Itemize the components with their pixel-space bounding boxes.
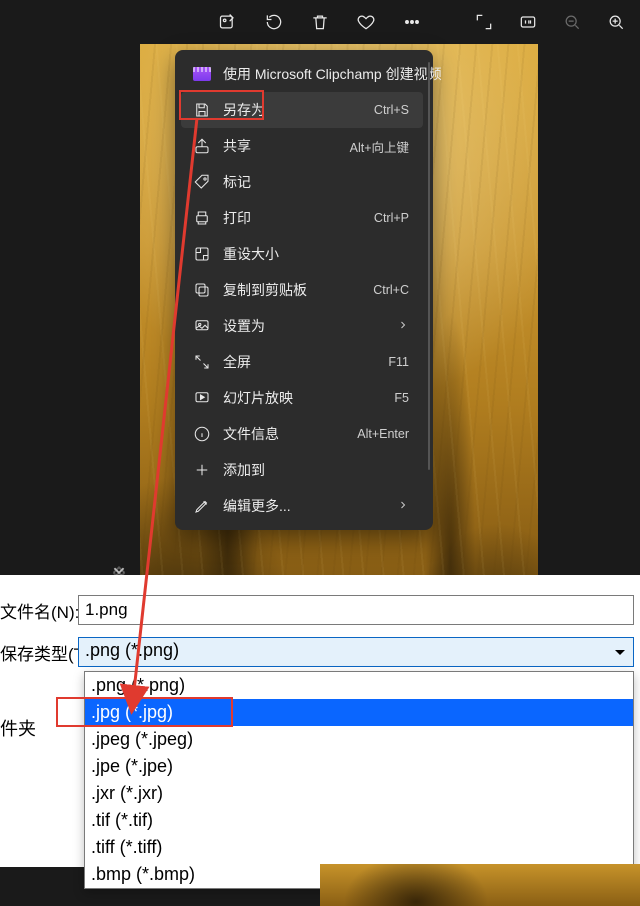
chevron-right-icon [397, 499, 409, 514]
photo-strip [320, 864, 640, 906]
filetype-combobox[interactable]: .png (*.png) [78, 637, 634, 667]
filetype-option[interactable]: .jxr (*.jxr) [85, 780, 633, 807]
menu-item-save[interactable]: 另存为 Ctrl+S [181, 92, 423, 128]
menu-item-shortcut: Ctrl+C [373, 283, 409, 297]
menu-item-print[interactable]: 打印 Ctrl+P [181, 200, 423, 236]
filetype-option[interactable]: .jpg (*.jpg) [85, 699, 633, 726]
trash-icon[interactable] [310, 12, 330, 32]
filetype-label: 保存类型(T): [0, 640, 78, 665]
zoom-in-icon[interactable] [606, 12, 626, 32]
filetype-option[interactable]: .tif (*.tif) [85, 807, 633, 834]
menu-scrollbar[interactable] [428, 62, 430, 470]
setas-icon [193, 317, 211, 335]
menu-item-info[interactable]: 文件信息 Alt+Enter [181, 416, 423, 452]
slideshow-icon [193, 389, 211, 407]
info-icon [193, 425, 211, 443]
menu-item-shortcut: F5 [394, 391, 409, 405]
menu-item-label: 标记 [223, 172, 409, 192]
rotate-icon[interactable] [264, 12, 284, 32]
fullscreen-icon[interactable] [474, 12, 494, 32]
save-dialog: 文件名(N): 保存类型(T): .png (*.png) .png (*.pn… [0, 575, 640, 867]
chevron-right-icon [397, 319, 409, 334]
save-icon [193, 101, 211, 119]
more-icon[interactable] [402, 12, 422, 32]
menu-item-label: 添加到 [223, 460, 409, 480]
zoom-out-icon[interactable] [562, 12, 582, 32]
tag-icon [193, 173, 211, 191]
menu-item-label: 使用 Microsoft Clipchamp 创建视频 [223, 64, 442, 84]
clipchamp-icon [193, 65, 211, 83]
fullscreen2-icon [193, 353, 211, 371]
menu-item-tag[interactable]: 标记 [181, 164, 423, 200]
menu-item-editmore[interactable]: 编辑更多... [181, 488, 423, 524]
menu-item-label: 重设大小 [223, 244, 409, 264]
folder-label-partial: 件夹 [0, 715, 36, 741]
print-icon [193, 209, 211, 227]
menu-item-label: 编辑更多... [223, 496, 385, 516]
menu-item-label: 幻灯片放映 [223, 388, 382, 408]
menu-item-label: 打印 [223, 208, 362, 228]
add-icon [193, 461, 211, 479]
resize-icon [193, 245, 211, 263]
editmore-icon [193, 497, 211, 515]
menu-item-label: 另存为 [223, 100, 362, 120]
filetype-option[interactable]: .tiff (*.tiff) [85, 834, 633, 861]
menu-item-fullscreen2[interactable]: 全屏 F11 [181, 344, 423, 380]
menu-item-shortcut: Ctrl+S [374, 103, 409, 117]
menu-item-label: 文件信息 [223, 424, 345, 444]
menu-item-setas[interactable]: 设置为 [181, 308, 423, 344]
actual-size-icon[interactable] [518, 12, 538, 32]
filetype-option[interactable]: .jpe (*.jpe) [85, 753, 633, 780]
filetype-option[interactable]: .jpeg (*.jpeg) [85, 726, 633, 753]
context-menu: 使用 Microsoft Clipchamp 创建视频另存为 Ctrl+S 共享 Al… [175, 50, 433, 530]
menu-item-label: 设置为 [223, 316, 385, 336]
filetype-options: .png (*.png).jpg (*.jpg).jpeg (*.jpeg).j… [84, 671, 634, 889]
share-icon [193, 137, 211, 155]
top-toolbar [0, 8, 640, 36]
menu-item-clipchamp[interactable]: 使用 Microsoft Clipchamp 创建视频 [181, 56, 423, 92]
menu-item-slideshow[interactable]: 幻灯片放映 F5 [181, 380, 423, 416]
copy-icon [193, 281, 211, 299]
filename-input[interactable] [78, 595, 634, 625]
menu-item-label: 复制到剪贴板 [223, 280, 361, 300]
menu-item-shortcut: Ctrl+P [374, 211, 409, 225]
edit-image-icon[interactable] [218, 12, 238, 32]
filetype-option[interactable]: .png (*.png) [85, 672, 633, 699]
menu-item-copy[interactable]: 复制到剪贴板 Ctrl+C [181, 272, 423, 308]
filename-label: 文件名(N): [0, 598, 78, 623]
menu-item-shortcut: Alt+Enter [357, 427, 409, 441]
menu-item-label: 全屏 [223, 352, 376, 372]
menu-item-add[interactable]: 添加到 [181, 452, 423, 488]
menu-item-resize[interactable]: 重设大小 [181, 236, 423, 272]
menu-item-shortcut: F11 [388, 355, 409, 369]
menu-item-label: 共享 [223, 136, 338, 156]
menu-item-shortcut: Alt+向上键 [350, 137, 409, 156]
heart-icon[interactable] [356, 12, 376, 32]
menu-item-share[interactable]: 共享 Alt+向上键 [181, 128, 423, 164]
